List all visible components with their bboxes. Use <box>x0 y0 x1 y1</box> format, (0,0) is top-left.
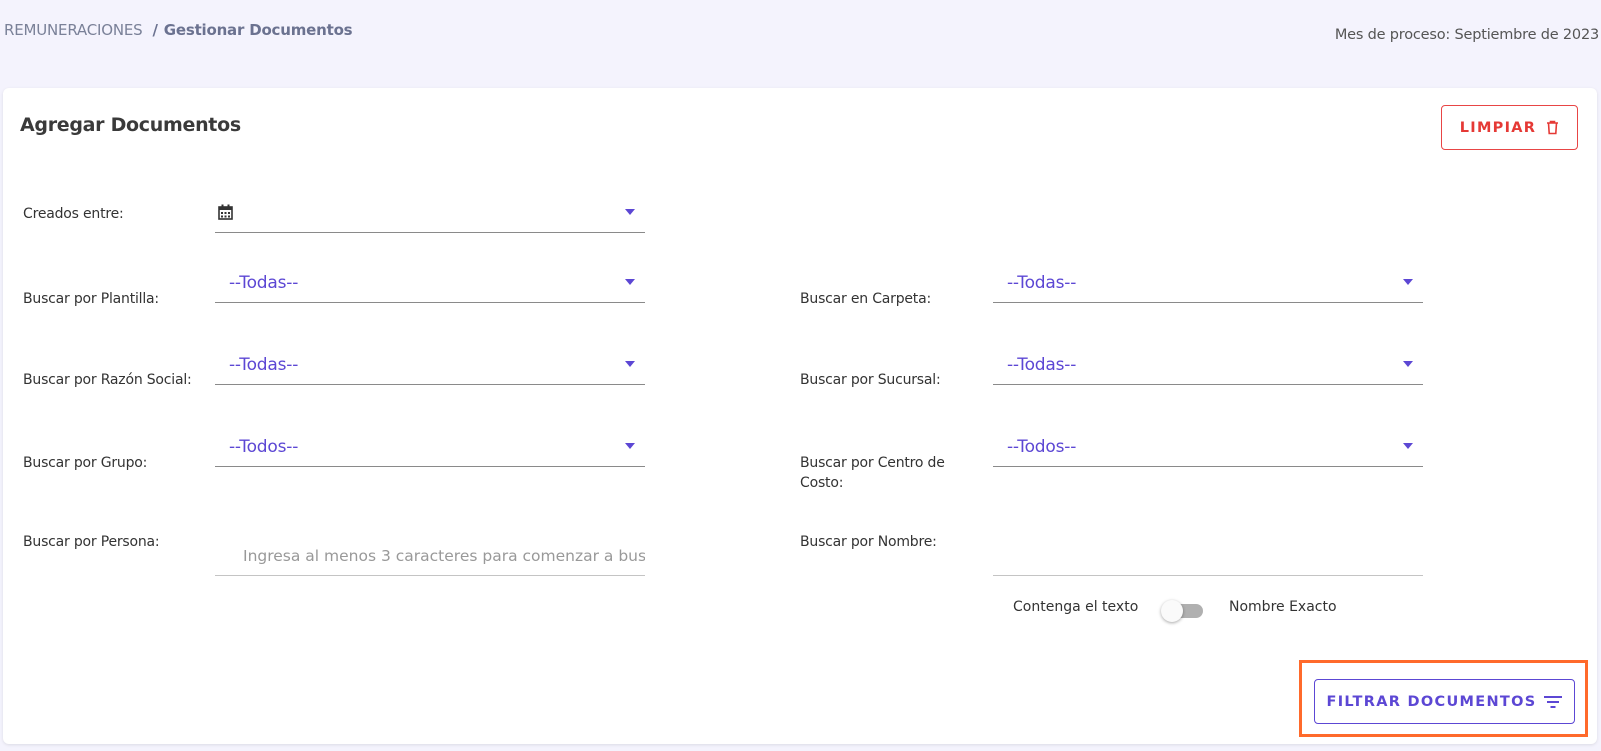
person-search-input[interactable] <box>215 530 645 576</box>
filter-button-label: FILTRAR DOCUMENTOS <box>1326 693 1537 710</box>
caret-down-icon <box>1403 443 1413 449</box>
group-select-value: --Todos-- <box>229 437 299 457</box>
cost-center-select-value: --Todos-- <box>1007 437 1077 457</box>
exact-name-label: Nombre Exacto <box>1229 599 1337 615</box>
caret-down-icon <box>625 279 635 285</box>
cost-center-select[interactable]: --Todos-- <box>993 433 1423 467</box>
caret-down-icon <box>1403 279 1413 285</box>
name-search-input[interactable] <box>993 530 1423 576</box>
caret-down-icon <box>625 361 635 367</box>
caret-down-icon <box>625 209 635 215</box>
branch-select[interactable]: --Todas-- <box>993 351 1423 385</box>
cost-center-label: Buscar por Centro de Costo: <box>800 455 945 491</box>
template-select[interactable]: --Todas-- <box>215 269 645 303</box>
company-select[interactable]: --Todas-- <box>215 351 645 385</box>
breadcrumb-separator: / <box>152 21 158 39</box>
card-title: Agregar Documentos <box>20 114 241 136</box>
clear-button-label: LIMPIAR <box>1459 119 1537 136</box>
clear-button[interactable]: LIMPIAR <box>1441 105 1578 150</box>
exact-name-toggle[interactable] <box>1161 600 1207 622</box>
branch-label: Buscar por Sucursal: <box>800 372 941 388</box>
caret-down-icon <box>1403 361 1413 367</box>
filter-lines-icon <box>1544 695 1563 708</box>
folder-label: Buscar en Carpeta: <box>800 291 931 307</box>
name-label: Buscar por Nombre: <box>800 534 937 550</box>
group-label: Buscar por Grupo: <box>23 455 148 471</box>
template-label: Buscar por Plantilla: <box>23 291 159 307</box>
page: REMUNERACIONES / Gestionar Documentos Mes … <box>0 0 1601 751</box>
company-select-value: --Todas-- <box>229 355 299 375</box>
company-label: Buscar por Razón Social: <box>23 372 192 388</box>
breadcrumb-current: Gestionar Documentos <box>163 21 353 39</box>
add-documents-card: Agregar Documentos LIMPIAR <box>3 88 1597 744</box>
folder-select[interactable]: --Todas-- <box>993 269 1423 303</box>
created-between-date-range[interactable] <box>215 199 645 233</box>
breadcrumb-root[interactable]: REMUNERACIONES <box>4 21 143 39</box>
caret-down-icon <box>625 443 635 449</box>
toggle-thumb[interactable] <box>1161 600 1183 622</box>
group-select[interactable]: --Todos-- <box>215 433 645 467</box>
created-between-label: Creados entre: <box>23 206 124 222</box>
filter-documents-button[interactable]: FILTRAR DOCUMENTOS <box>1314 679 1575 724</box>
branch-select-value: --Todas-- <box>1007 355 1077 375</box>
template-select-value: --Todas-- <box>229 273 299 293</box>
person-label: Buscar por Persona: <box>23 534 160 550</box>
folder-select-value: --Todas-- <box>1007 273 1077 293</box>
contains-text-label: Contenga el texto <box>1013 599 1139 615</box>
process-month: Mes de proceso: Septiembre de 2023 <box>1334 27 1599 43</box>
breadcrumb: REMUNERACIONES / Gestionar Documentos <box>4 21 353 39</box>
name-match-toggle-row: Contenga el texto Nombre Exacto <box>1013 599 1393 623</box>
calendar-icon <box>218 204 233 220</box>
trash-icon <box>1547 120 1559 135</box>
